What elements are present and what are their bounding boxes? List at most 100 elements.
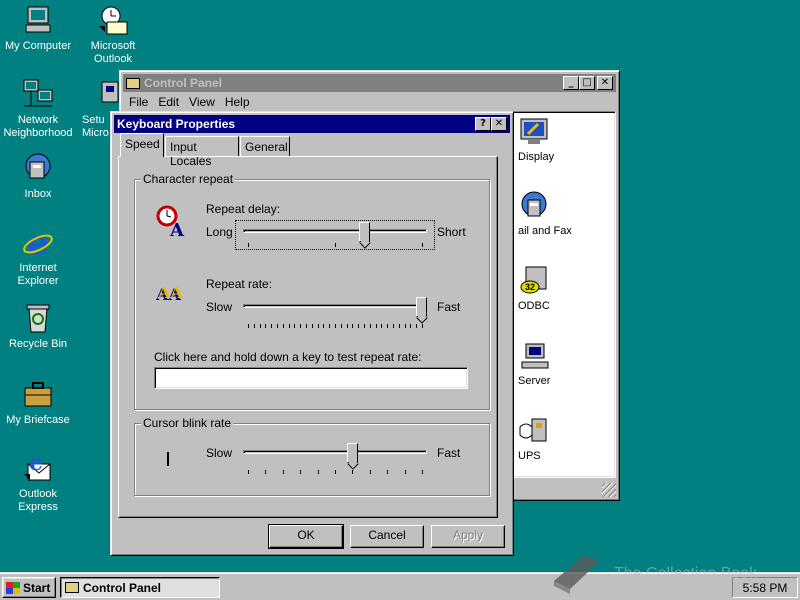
- mail-fax-icon: [518, 190, 550, 222]
- character-repeat-group: Character repeat A Repeat delay: Long Sh…: [134, 172, 490, 410]
- desktop-icon-outlook-express[interactable]: e Outlook Express: [0, 450, 76, 514]
- repeat-rate-max-label: Fast: [437, 300, 461, 314]
- slider-tick: [271, 324, 273, 328]
- slider-tick: [323, 324, 325, 328]
- start-button[interactable]: Start: [2, 577, 56, 598]
- group-label: Character repeat: [141, 172, 236, 186]
- cancel-button[interactable]: Cancel: [350, 525, 424, 548]
- slider-tick: [416, 324, 418, 328]
- slider-tick: [248, 243, 249, 247]
- menu-view[interactable]: View: [184, 95, 220, 109]
- slider-tick: [422, 470, 423, 474]
- slider-tick: [282, 470, 284, 474]
- computer-icon: [22, 4, 54, 36]
- slider-tick: [369, 470, 371, 474]
- slider-tick: [277, 324, 278, 328]
- repeat-rate-min-label: Slow: [206, 300, 233, 314]
- outlook-icon: [97, 4, 129, 36]
- keyboard-properties-dialog[interactable]: Keyboard Properties ? ✕ Speed Input Loca…: [110, 111, 514, 556]
- cp-item-server[interactable]: Server: [518, 340, 598, 387]
- desktop-icon-label: Internet Explorer: [17, 262, 59, 287]
- dialog-titlebar[interactable]: Keyboard Properties ? ✕: [114, 115, 510, 133]
- tab-label: General: [245, 140, 288, 154]
- server-icon: [518, 340, 550, 372]
- slider-tick: [404, 324, 406, 328]
- watermark-text: The Collection Book: [614, 565, 758, 582]
- slider-tick: [288, 324, 290, 328]
- repeat-delay-label: Repeat delay:: [206, 202, 281, 216]
- cp-item-ups[interactable]: UPS: [518, 415, 598, 462]
- slider-tick: [358, 324, 360, 328]
- resize-grip[interactable]: [602, 483, 616, 497]
- desktop-icon-my-briefcase[interactable]: My Briefcase: [0, 378, 76, 427]
- repeat-delay-slider[interactable]: [235, 220, 435, 250]
- control-panel-icon-view[interactable]: Display ail and Fax 32 ODBC Server UPS: [511, 111, 616, 478]
- slider-tick: [248, 470, 249, 474]
- group-label: Cursor blink rate: [141, 416, 234, 430]
- book-logo-icon: [554, 555, 600, 594]
- cp-item-label: UPS: [518, 450, 541, 462]
- inbox-icon: [22, 152, 54, 184]
- tab-general[interactable]: General: [240, 136, 290, 156]
- desktop-icon-my-computer[interactable]: My Computer: [0, 4, 76, 53]
- menu-file[interactable]: File: [124, 95, 153, 109]
- tab-input-locales[interactable]: Input Locales: [165, 136, 239, 168]
- windows-logo-icon: [6, 581, 20, 594]
- minimize-button[interactable]: _: [563, 76, 579, 90]
- svg-text:32: 32: [525, 282, 535, 292]
- slider-tick: [352, 324, 354, 328]
- desktop-icon-internet-explorer[interactable]: e Internet Explorer: [0, 223, 76, 288]
- desktop-icon-label: Network Neighborhood: [3, 114, 73, 139]
- close-button[interactable]: ✕: [597, 76, 613, 90]
- cursor-blink-preview-icon: [167, 452, 169, 466]
- cp-item-label: ODBC: [518, 300, 550, 312]
- cp-item-display[interactable]: Display: [518, 116, 598, 163]
- slider-tick: [335, 470, 336, 474]
- slider-tick: [352, 470, 354, 474]
- desktop-icon-inbox[interactable]: Inbox: [0, 152, 76, 201]
- cursor-blink-slider[interactable]: [235, 441, 435, 474]
- slider-tick: [393, 324, 394, 328]
- slider-tick: [410, 324, 412, 328]
- test-repeat-input[interactable]: [154, 367, 468, 389]
- slider-tick: [317, 324, 319, 328]
- desktop-icon-label: Microsoft Outlook: [90, 40, 136, 65]
- desktop-icon-label: Inbox: [24, 188, 52, 200]
- control-panel-folder-icon: [65, 582, 79, 593]
- slider-tick: [300, 470, 302, 474]
- desktop-icon-network-neighborhood[interactable]: Network Neighborhood: [0, 78, 76, 140]
- slider-tick: [364, 324, 365, 328]
- help-button[interactable]: ?: [475, 117, 491, 131]
- repeat-rate-slider[interactable]: [235, 295, 435, 328]
- maximize-button[interactable]: □: [579, 76, 595, 90]
- slider-tick: [381, 324, 383, 328]
- slider-tick: [404, 470, 406, 474]
- slider-tick: [335, 243, 336, 247]
- ok-button[interactable]: OK: [268, 524, 344, 549]
- watermark: The Collection Book: [548, 551, 798, 596]
- outlook-express-icon: e: [22, 450, 54, 484]
- menu-edit[interactable]: Edit: [153, 95, 184, 109]
- taskbar-button-control-panel[interactable]: Control Panel: [60, 577, 220, 598]
- slider-tick: [375, 324, 377, 328]
- control-panel-titlebar[interactable]: Control Panel _ □ ✕: [123, 74, 616, 92]
- desktop-icon-microsoft-outlook[interactable]: Microsoft Outlook: [74, 4, 152, 66]
- slider-tick: [398, 324, 400, 328]
- cp-item-label: Display: [518, 151, 555, 163]
- apply-button[interactable]: Apply: [431, 525, 505, 548]
- cp-item-odbc[interactable]: 32 ODBC: [518, 265, 598, 312]
- cp-item-label: ail and Fax: [518, 225, 572, 237]
- slider-tick: [387, 470, 389, 474]
- menu-help[interactable]: Help: [220, 95, 255, 109]
- desktop-icon-recycle-bin[interactable]: Recycle Bin: [0, 302, 76, 351]
- tab-speed[interactable]: Speed: [120, 133, 164, 157]
- cp-item-mail-fax[interactable]: ail and Fax: [518, 190, 598, 237]
- desktop-icon-label: My Computer: [4, 40, 72, 52]
- odbc-icon: 32: [518, 265, 550, 297]
- cursor-blink-min-label: Slow: [206, 446, 233, 460]
- speed-tab-panel: Character repeat A Repeat delay: Long Sh…: [118, 156, 498, 518]
- slider-tick: [422, 243, 423, 247]
- ie-icon: e: [22, 223, 54, 263]
- close-button[interactable]: ✕: [491, 117, 507, 131]
- slider-tick: [282, 324, 284, 328]
